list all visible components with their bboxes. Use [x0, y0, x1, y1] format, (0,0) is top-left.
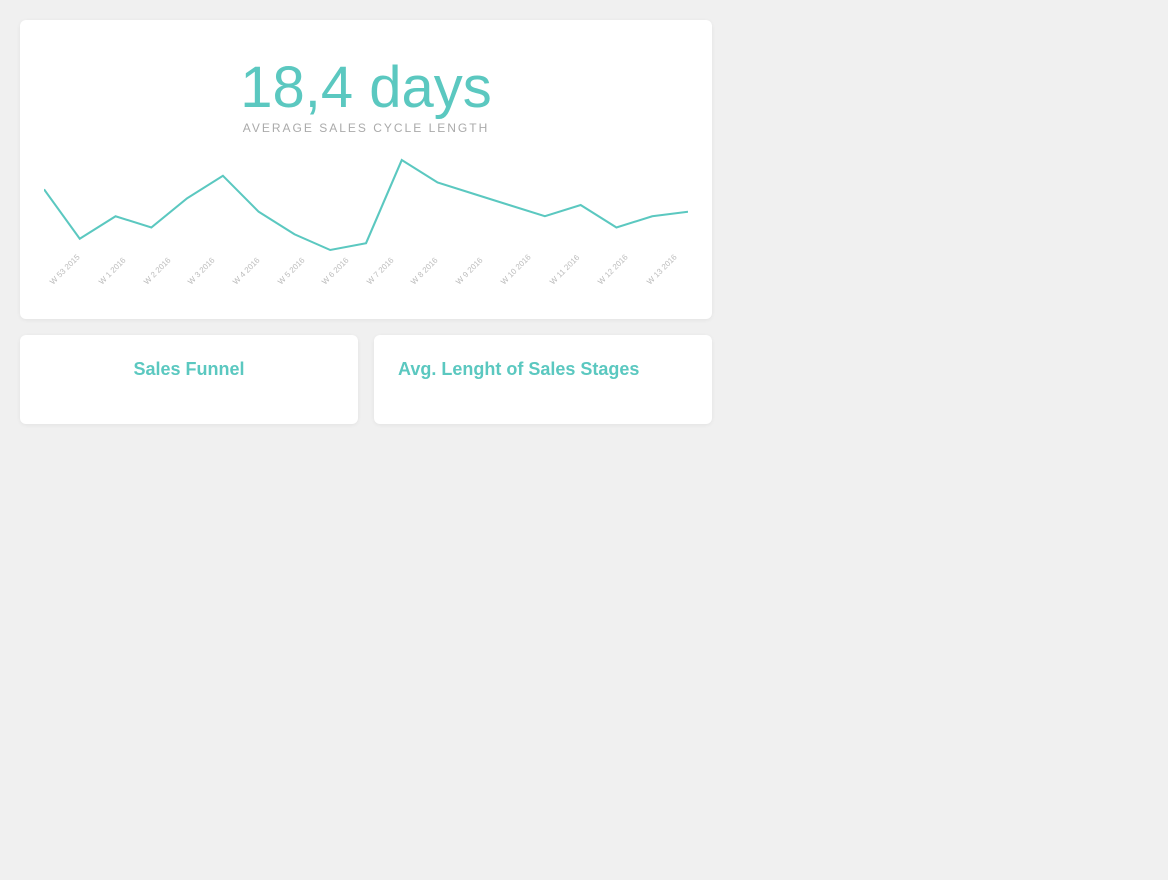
avg-cycle-subtitle: AVERAGE SALES CYCLE LENGTH — [44, 121, 688, 135]
avg-cycle-card: 18,4 days AVERAGE SALES CYCLE LENGTH W 5… — [20, 20, 712, 319]
managers-column — [728, 20, 1148, 424]
dashboard: 18,4 days AVERAGE SALES CYCLE LENGTH W 5… — [20, 20, 1148, 424]
avg-length-title: Avg. Lenght of Sales Stages — [398, 359, 688, 380]
bottom-left: Sales Funnel Avg. Lenght of Sales Stages — [20, 335, 712, 424]
sales-funnel-card: Sales Funnel — [20, 335, 358, 424]
funnel-title: Sales Funnel — [44, 359, 334, 380]
avg-cycle-value: 18,4 days — [44, 54, 688, 121]
avg-length-card: Avg. Lenght of Sales Stages — [374, 335, 712, 424]
avg-cycle-svg — [44, 155, 688, 275]
avg-cycle-chart: W 53 2015 W 1 2016 W 2 2016 W 3 2016 W 4… — [44, 155, 688, 295]
